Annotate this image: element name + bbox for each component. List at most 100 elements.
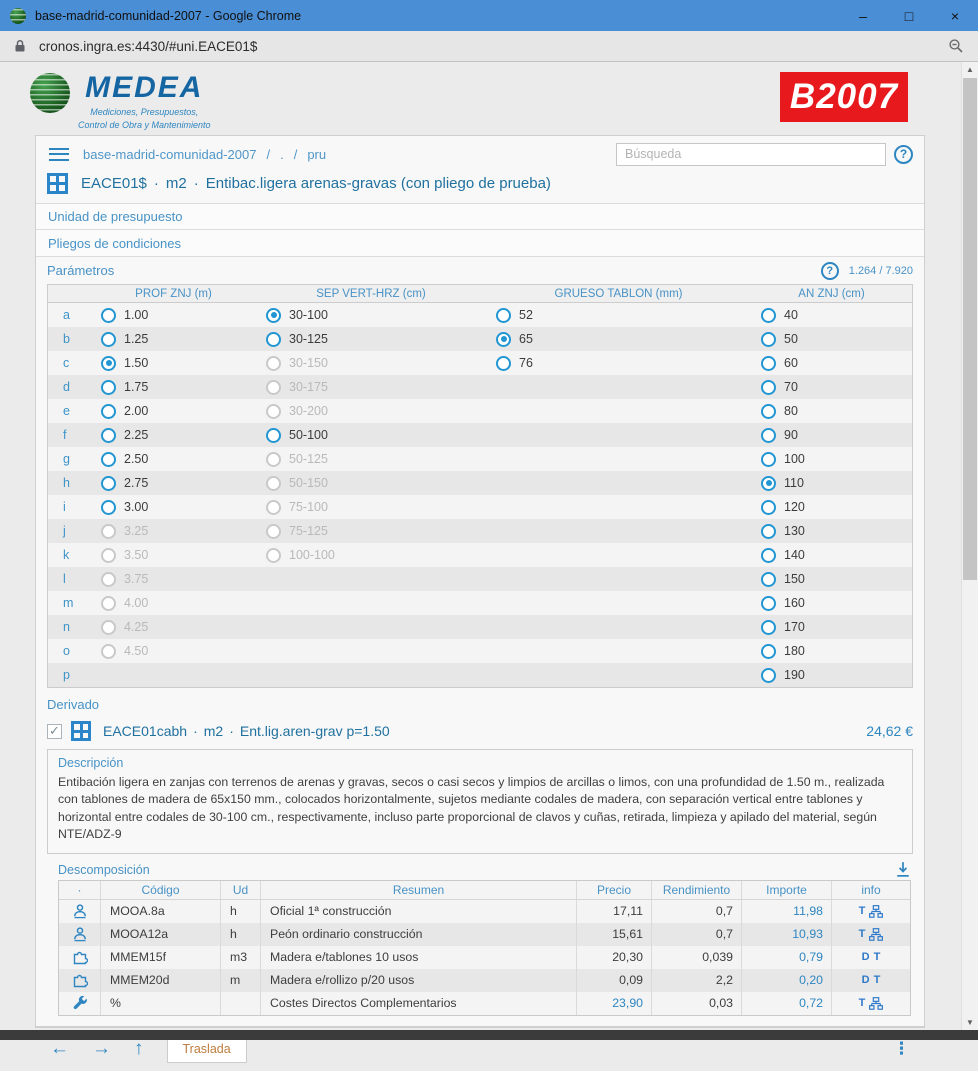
param-option[interactable]: 170 — [751, 620, 912, 635]
param-row: h2.7550-150110 — [48, 471, 912, 495]
param-row: b1.2530-1256550 — [48, 327, 912, 351]
scroll-down-icon[interactable]: ▼ — [962, 1015, 978, 1030]
parameters-help-icon[interactable] — [821, 262, 839, 280]
param-option[interactable]: 120 — [751, 500, 912, 515]
param-option[interactable]: 2.50 — [91, 452, 256, 467]
param-option[interactable]: 52 — [486, 308, 751, 323]
info-T-icon[interactable]: T — [874, 974, 881, 986]
info-T-icon[interactable]: T — [859, 905, 866, 917]
param-option[interactable]: 150 — [751, 572, 912, 587]
back-arrow-icon[interactable]: ← — [50, 1039, 69, 1058]
param-row: k3.50100-100140 — [48, 543, 912, 567]
param-row-letter: f — [48, 428, 91, 442]
param-option[interactable]: 30-125 — [256, 332, 486, 347]
tree-icon[interactable] — [867, 997, 885, 1010]
param-option[interactable]: 130 — [751, 524, 912, 539]
decomp-price-cell: 15,61 — [577, 923, 652, 946]
maximize-button[interactable]: □ — [886, 0, 932, 31]
param-option[interactable]: 2.75 — [91, 476, 256, 491]
derived-item-row[interactable]: EACE01cabh·m2·Ent.lig.aren-grav p=1.50 2… — [36, 719, 924, 749]
info-D-icon[interactable]: D — [862, 951, 870, 963]
param-option-label: 90 — [784, 428, 798, 442]
param-option[interactable]: 90 — [751, 428, 912, 443]
derived-checkbox[interactable] — [47, 724, 62, 739]
tree-icon[interactable] — [867, 905, 885, 918]
param-option[interactable]: 60 — [751, 356, 912, 371]
param-option-label: 150 — [784, 572, 805, 586]
param-option[interactable]: 1.00 — [91, 308, 256, 323]
param-option[interactable]: 1.25 — [91, 332, 256, 347]
param-option[interactable]: 65 — [486, 332, 751, 347]
breadcrumb-leaf[interactable]: pru — [307, 147, 326, 162]
decomp-row[interactable]: MOOA12ahPeón ordinario construcción15,61… — [59, 923, 910, 946]
param-option[interactable]: 50 — [751, 332, 912, 347]
decomposition-table-header: ·CódigoUdResumenPrecioRendimientoImporte… — [59, 881, 910, 900]
radio-icon — [101, 596, 116, 611]
kebab-menu-icon[interactable]: ⋮ — [893, 1040, 910, 1057]
param-option[interactable]: 2.25 — [91, 428, 256, 443]
param-option[interactable]: 100 — [751, 452, 912, 467]
info-D-icon[interactable]: D — [862, 974, 870, 986]
param-row: d1.7530-17570 — [48, 375, 912, 399]
breadcrumb-base[interactable]: base-madrid-comunidad-2007 — [83, 147, 256, 162]
radio-icon — [761, 428, 776, 443]
param-option[interactable]: 80 — [751, 404, 912, 419]
param-option[interactable]: 110 — [751, 476, 912, 491]
param-option-label: 70 — [784, 380, 798, 394]
breadcrumb-dot[interactable]: . — [280, 147, 284, 162]
info-T-icon[interactable]: T — [859, 997, 866, 1009]
help-icon[interactable] — [894, 145, 913, 164]
radio-icon — [266, 380, 281, 395]
param-option-label: 1.75 — [124, 380, 148, 394]
param-option[interactable]: 50-100 — [256, 428, 486, 443]
page-scrollbar[interactable]: ▲ ▼ — [961, 62, 978, 1030]
param-option[interactable]: 1.50 — [91, 356, 256, 371]
param-option[interactable]: 76 — [486, 356, 751, 371]
section-unidad-de-presupuesto[interactable]: Unidad de presupuesto — [36, 203, 924, 230]
derived-grid-icon[interactable] — [71, 721, 91, 741]
search-input[interactable] — [616, 143, 886, 166]
info-T-icon[interactable]: T — [859, 928, 866, 940]
minimize-button[interactable]: – — [840, 0, 886, 31]
decomp-row[interactable]: MOOA.8ahOficial 1ª construcción17,110,71… — [59, 900, 910, 923]
param-option[interactable]: 1.75 — [91, 380, 256, 395]
parameters-table-header: PROF ZNJ (m) SEP VERT-HRZ (cm) GRUESO TA… — [48, 285, 912, 303]
param-option[interactable]: 30-100 — [256, 308, 486, 323]
tree-icon[interactable] — [867, 928, 885, 941]
param-option[interactable]: 190 — [751, 668, 912, 683]
param-option[interactable]: 3.00 — [91, 500, 256, 515]
param-option[interactable]: 160 — [751, 596, 912, 611]
param-option[interactable]: 70 — [751, 380, 912, 395]
param-option-label: 40 — [784, 308, 798, 322]
param-option-label: 2.00 — [124, 404, 148, 418]
param-row-letter: d — [48, 380, 91, 394]
info-T-icon[interactable]: T — [874, 951, 881, 963]
param-option[interactable]: 40 — [751, 308, 912, 323]
decomp-row[interactable]: MMEM20dmMadera e/rollizo p/20 usos0,092,… — [59, 969, 910, 992]
scroll-up-icon[interactable]: ▲ — [962, 62, 978, 77]
param-option[interactable]: 140 — [751, 548, 912, 563]
forward-arrow-icon[interactable]: → — [92, 1039, 111, 1058]
zoom-out-icon[interactable] — [948, 38, 964, 54]
decomp-row[interactable]: %Costes Directos Complementarios23,900,0… — [59, 992, 910, 1015]
download-icon[interactable] — [895, 861, 911, 877]
unit-grid-icon[interactable] — [47, 173, 68, 194]
radio-icon — [266, 548, 281, 563]
param-row: n4.25170 — [48, 615, 912, 639]
puzzle-icon — [59, 946, 101, 969]
param-option-label: 110 — [784, 476, 804, 490]
radio-icon — [761, 572, 776, 587]
scrollbar-thumb[interactable] — [963, 78, 977, 580]
up-arrow-icon[interactable]: ↑ — [134, 1039, 144, 1058]
url-text[interactable]: cronos.ingra.es:4430/#uni.EACE01$ — [39, 39, 948, 54]
param-option[interactable]: 2.00 — [91, 404, 256, 419]
address-bar[interactable]: cronos.ingra.es:4430/#uni.EACE01$ — [0, 31, 978, 62]
section-pliegos-de-condiciones[interactable]: Pliegos de condiciones — [36, 230, 924, 257]
param-option-label: 2.25 — [124, 428, 148, 442]
decomp-summary-cell: Oficial 1ª construcción — [261, 900, 577, 923]
close-button[interactable]: × — [932, 0, 978, 31]
param-option[interactable]: 180 — [751, 644, 912, 659]
derived-label: Derivado — [47, 697, 99, 712]
decomp-row[interactable]: MMEM15fm3Madera e/tablones 10 usos20,300… — [59, 946, 910, 969]
menu-icon[interactable] — [49, 148, 69, 161]
